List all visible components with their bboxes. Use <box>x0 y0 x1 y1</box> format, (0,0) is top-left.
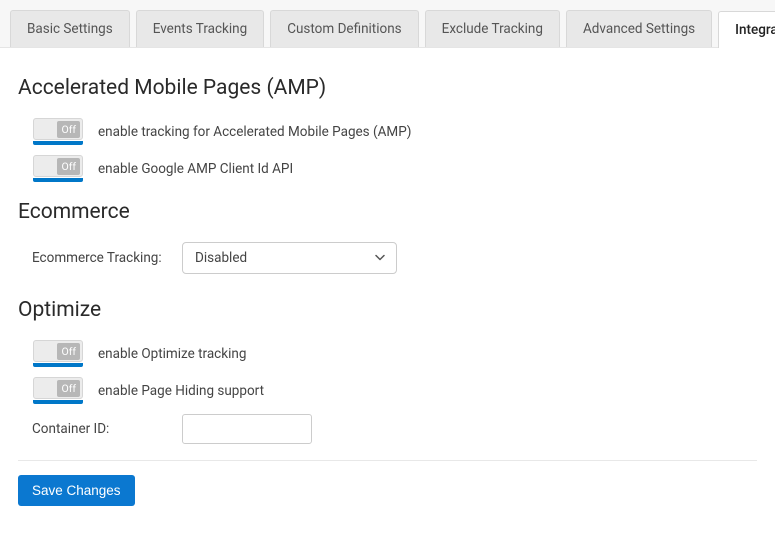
container-id-label: Container ID: <box>32 421 182 437</box>
tab-exclude-tracking[interactable]: Exclude Tracking <box>425 10 560 47</box>
container-id-row: Container ID: <box>32 414 757 444</box>
tab-events-tracking[interactable]: Events Tracking <box>136 10 264 47</box>
select-wrap: Disabled <box>182 242 397 274</box>
toggle-underline <box>33 363 83 367</box>
tab-advanced-settings[interactable]: Advanced Settings <box>566 10 712 47</box>
toggle-underline <box>33 400 83 404</box>
optimize-toggle-row-2: Off enable Page Hiding support <box>18 377 757 404</box>
toggle-desc: enable tracking for Accelerated Mobile P… <box>98 124 411 140</box>
section-title-optimize: Optimize <box>18 298 757 322</box>
toggle-desc: enable Page Hiding support <box>98 383 264 399</box>
toggle-state-label: Off <box>57 121 80 138</box>
toggle-state-label: Off <box>57 158 80 175</box>
toggle-amp-tracking[interactable]: Off <box>33 118 83 140</box>
divider <box>18 460 757 461</box>
save-changes-button[interactable]: Save Changes <box>18 475 135 506</box>
toggle-page-hiding[interactable]: Off <box>33 377 83 399</box>
ecommerce-tracking-row: Ecommerce Tracking: Disabled <box>32 242 757 274</box>
container-id-input[interactable] <box>182 414 312 444</box>
toggle-state-label: Off <box>57 380 80 397</box>
toggle-wrap: Off <box>32 340 84 367</box>
toggle-desc: enable Optimize tracking <box>98 346 246 362</box>
toggle-underline <box>33 141 83 145</box>
toggle-amp-client-id[interactable]: Off <box>33 155 83 177</box>
toggle-state-label: Off <box>57 343 80 360</box>
section-title-amp: Accelerated Mobile Pages (AMP) <box>18 76 757 100</box>
content-area: Accelerated Mobile Pages (AMP) Off enabl… <box>0 48 775 516</box>
toggle-wrap: Off <box>32 155 84 182</box>
section-title-ecommerce: Ecommerce <box>18 200 757 224</box>
toggle-underline <box>33 178 83 182</box>
toggle-wrap: Off <box>32 118 84 145</box>
toggle-optimize-tracking[interactable]: Off <box>33 340 83 362</box>
toggle-desc: enable Google AMP Client Id API <box>98 161 293 177</box>
tab-basic-settings[interactable]: Basic Settings <box>10 10 130 47</box>
amp-toggle-row-2: Off enable Google AMP Client Id API <box>18 155 757 182</box>
ecommerce-tracking-select[interactable]: Disabled <box>182 242 397 274</box>
toggle-wrap: Off <box>32 377 84 404</box>
optimize-toggle-row-1: Off enable Optimize tracking <box>18 340 757 367</box>
tab-integration[interactable]: Integration <box>718 11 775 48</box>
amp-toggle-row-1: Off enable tracking for Accelerated Mobi… <box>18 118 757 145</box>
select-value: Disabled <box>195 250 247 266</box>
tabs-bar: Basic Settings Events Tracking Custom De… <box>0 0 775 48</box>
tab-custom-definitions[interactable]: Custom Definitions <box>270 10 418 47</box>
ecommerce-tracking-label: Ecommerce Tracking: <box>32 250 182 266</box>
